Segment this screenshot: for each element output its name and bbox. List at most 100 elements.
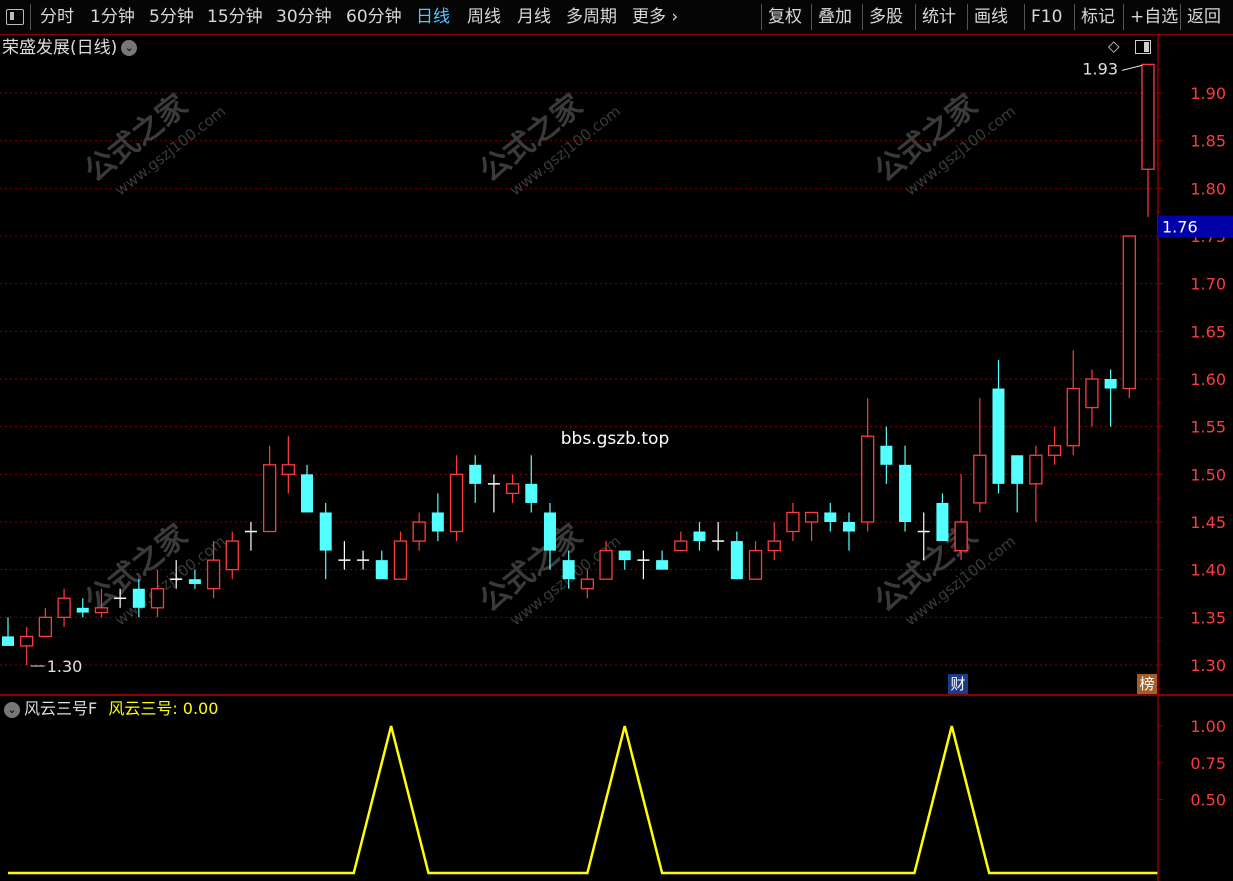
candle-body (618, 550, 631, 561)
candle-body (412, 521, 426, 542)
candle-body (861, 435, 875, 523)
y-tick-label: 1.60 (1190, 370, 1226, 389)
watermark: 公式之家www.gszj100.com (78, 88, 229, 199)
panel-toggle-icon[interactable] (1135, 40, 1151, 54)
period-fenshi-tab[interactable]: 分时 (40, 0, 74, 34)
indicator-dropdown-icon[interactable]: ⌄ (4, 701, 20, 718)
candle-body (954, 521, 968, 552)
y-tick-label: 1.35 (1190, 608, 1226, 627)
y-tick-label: 1.85 (1190, 132, 1226, 151)
candle-body (132, 588, 145, 608)
ind-y-tick-label: 1.00 (1190, 717, 1226, 736)
candle-body (262, 464, 277, 533)
current-price-label: 1.76 (1162, 217, 1198, 236)
max-price-annotation: 1.93 (1082, 59, 1118, 78)
watermark: 公式之家www.gszj100.com (868, 88, 1019, 199)
candle-body (505, 483, 520, 495)
candle-body (525, 483, 538, 503)
f10-button[interactable]: F10 (1031, 0, 1062, 34)
candle-body (842, 522, 855, 532)
period-1min-tab[interactable]: 1分钟 (90, 0, 135, 34)
candle-body (449, 473, 464, 533)
candle-body (656, 560, 669, 570)
candle-body (674, 540, 688, 552)
back-button[interactable]: 返回 (1187, 0, 1221, 34)
mark-button[interactable]: 标记 (1081, 0, 1115, 34)
candle-body (431, 512, 444, 532)
indicator-value: 风云三号: 0.00 (108, 699, 219, 718)
candle-body (1011, 455, 1024, 484)
period-60min-tab[interactable]: 60分钟 (346, 0, 402, 34)
candle-body (748, 549, 763, 580)
toolbar-separator (811, 4, 812, 30)
candle-body (693, 531, 706, 542)
candle-body (1047, 445, 1062, 456)
draw-line-button[interactable]: 画线 (974, 0, 1008, 34)
ind-y-tick-label: 0.50 (1190, 791, 1226, 810)
candle-body (580, 578, 594, 590)
toolbar-separator (761, 4, 762, 30)
period-more-tab[interactable]: 更多 › (632, 0, 678, 34)
toolbar-separator (862, 4, 863, 30)
badge-bang[interactable]: 榜 (1137, 674, 1157, 694)
candle-body (319, 512, 332, 551)
candle-body (786, 511, 800, 533)
max-arrow (1121, 64, 1143, 71)
candle-body (599, 549, 613, 580)
candle-body (824, 512, 837, 522)
stock-title-text: 荣盛发展(日线) (2, 38, 118, 58)
multi-stock-button[interactable]: 多股 (869, 0, 903, 34)
toolbar-separator (1180, 4, 1181, 30)
candle-body (225, 540, 239, 571)
candle-body (767, 540, 781, 552)
candle-body (1029, 454, 1043, 485)
toolbar-separator (1024, 4, 1025, 30)
candle-body (562, 560, 575, 580)
badge-cai[interactable]: 财 (948, 674, 968, 694)
candle-body (936, 502, 949, 542)
y-tick-label: 1.40 (1190, 561, 1226, 580)
site-url-text: bbs.gszb.top (561, 429, 669, 449)
candle-body (281, 464, 295, 475)
candle-body (76, 607, 89, 613)
add-watchlist-button[interactable]: +自选 (1130, 0, 1178, 34)
period-5min-tab[interactable]: 5分钟 (149, 0, 194, 34)
candle-body (38, 616, 53, 638)
candle-body (804, 511, 819, 523)
y-tick-label: 1.90 (1190, 84, 1226, 103)
y-tick-label: 1.65 (1190, 322, 1226, 341)
period-daily-tab[interactable]: 日线 (416, 0, 450, 34)
period-weekly-tab[interactable]: 周线 (467, 0, 501, 34)
toolbar-separator (915, 4, 916, 30)
ind-y-tick-label: 0.75 (1190, 754, 1226, 773)
toolbar-separator (30, 4, 31, 30)
candle-body (1141, 63, 1155, 170)
period-15min-tab[interactable]: 15分钟 (207, 0, 263, 34)
toolbar-separator (1123, 4, 1124, 30)
overlay-button[interactable]: 叠加 (818, 0, 852, 34)
title-dropdown-icon[interactable]: ⌄ (121, 40, 138, 56)
candle-body (899, 464, 912, 522)
candle-body (1085, 378, 1099, 409)
candle-body (880, 445, 893, 465)
candle-body (150, 588, 165, 609)
stock-title: 荣盛发展(日线) ⌄ (2, 36, 138, 60)
diamond-icon[interactable]: ◇ (1108, 38, 1122, 54)
restore-rights-button[interactable]: 复权 (768, 0, 802, 34)
candle-body (543, 512, 556, 551)
candle-body (375, 560, 388, 580)
layout-toggle-icon[interactable] (6, 9, 24, 25)
candle-body (1122, 235, 1136, 390)
y-tick-label: 1.30 (1190, 656, 1226, 675)
candle-body (206, 559, 221, 590)
candle-body (188, 579, 201, 584)
candle-body (730, 541, 743, 580)
period-multi-tab[interactable]: 多周期 (566, 0, 617, 34)
candle-body (1104, 379, 1117, 389)
y-tick-label: 1.70 (1190, 275, 1226, 294)
indicator-header: ⌄ 风云三号F 风云三号: 0.00 (4, 697, 218, 721)
period-monthly-tab[interactable]: 月线 (517, 0, 551, 34)
statistics-button[interactable]: 统计 (922, 0, 956, 34)
period-30min-tab[interactable]: 30分钟 (276, 0, 332, 34)
toolbar: 分时 1分钟 5分钟 15分钟 30分钟 60分钟 日线 周线 月线 多周期 更多 › 复权 叠加 多股统… (0, 0, 1233, 35)
